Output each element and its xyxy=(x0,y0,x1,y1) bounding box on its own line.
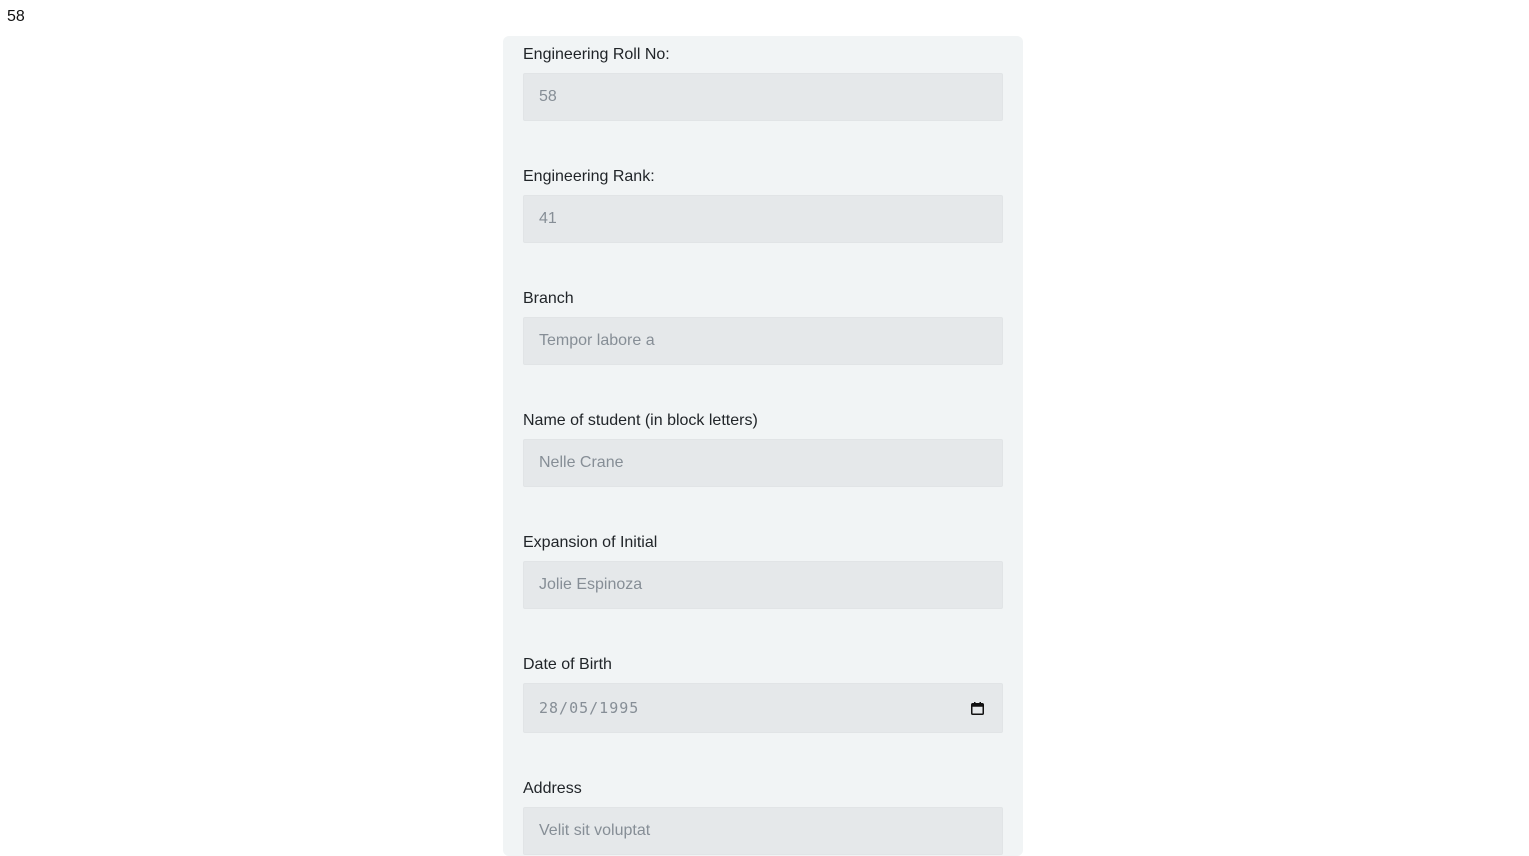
expansion-of-initial-value: Jolie Espinoza xyxy=(539,576,643,593)
branch-input[interactable]: Tempor labore a xyxy=(523,317,1003,365)
student-name-input[interactable]: Nelle Crane xyxy=(523,439,1003,487)
student-form: Engineering Roll No: 58 Engineering Rank… xyxy=(503,36,1023,856)
engineering-rank-input[interactable]: 41 xyxy=(523,195,1003,243)
date-of-birth-value: 28/05/1995 xyxy=(539,699,640,717)
branch-field-group: Branch Tempor labore a xyxy=(523,289,1003,365)
engineering-rank-value: 41 xyxy=(539,210,557,227)
engineering-rank-field-group: Engineering Rank: 41 xyxy=(523,167,1003,243)
address-field-group: Address Velit sit voluptat xyxy=(523,779,1003,855)
address-input[interactable]: Velit sit voluptat xyxy=(523,807,1003,855)
engineering-roll-no-value: 58 xyxy=(539,88,557,105)
expansion-of-initial-input[interactable]: Jolie Espinoza xyxy=(523,561,1003,609)
student-name-label: Name of student (in block letters) xyxy=(523,412,758,429)
address-label: Address xyxy=(523,780,582,797)
engineering-roll-no-field-group: Engineering Roll No: 58 xyxy=(523,45,1003,121)
page-counter: 58 xyxy=(7,8,25,25)
engineering-roll-no-input[interactable]: 58 xyxy=(523,73,1003,121)
date-of-birth-input[interactable]: 28/05/1995 xyxy=(523,683,1003,733)
engineering-rank-label: Engineering Rank: xyxy=(523,168,655,185)
engineering-roll-no-label: Engineering Roll No: xyxy=(523,46,670,63)
date-of-birth-label: Date of Birth xyxy=(523,656,612,673)
branch-label: Branch xyxy=(523,290,574,307)
calendar-icon[interactable] xyxy=(971,701,984,715)
expansion-of-initial-field-group: Expansion of Initial Jolie Espinoza xyxy=(523,533,1003,609)
date-of-birth-field-group: Date of Birth 28/05/1995 xyxy=(523,655,1003,733)
branch-value: Tempor labore a xyxy=(539,332,655,349)
student-name-field-group: Name of student (in block letters) Nelle… xyxy=(523,411,1003,487)
expansion-of-initial-label: Expansion of Initial xyxy=(523,534,658,551)
student-name-value: Nelle Crane xyxy=(539,454,624,471)
address-value: Velit sit voluptat xyxy=(539,822,651,839)
